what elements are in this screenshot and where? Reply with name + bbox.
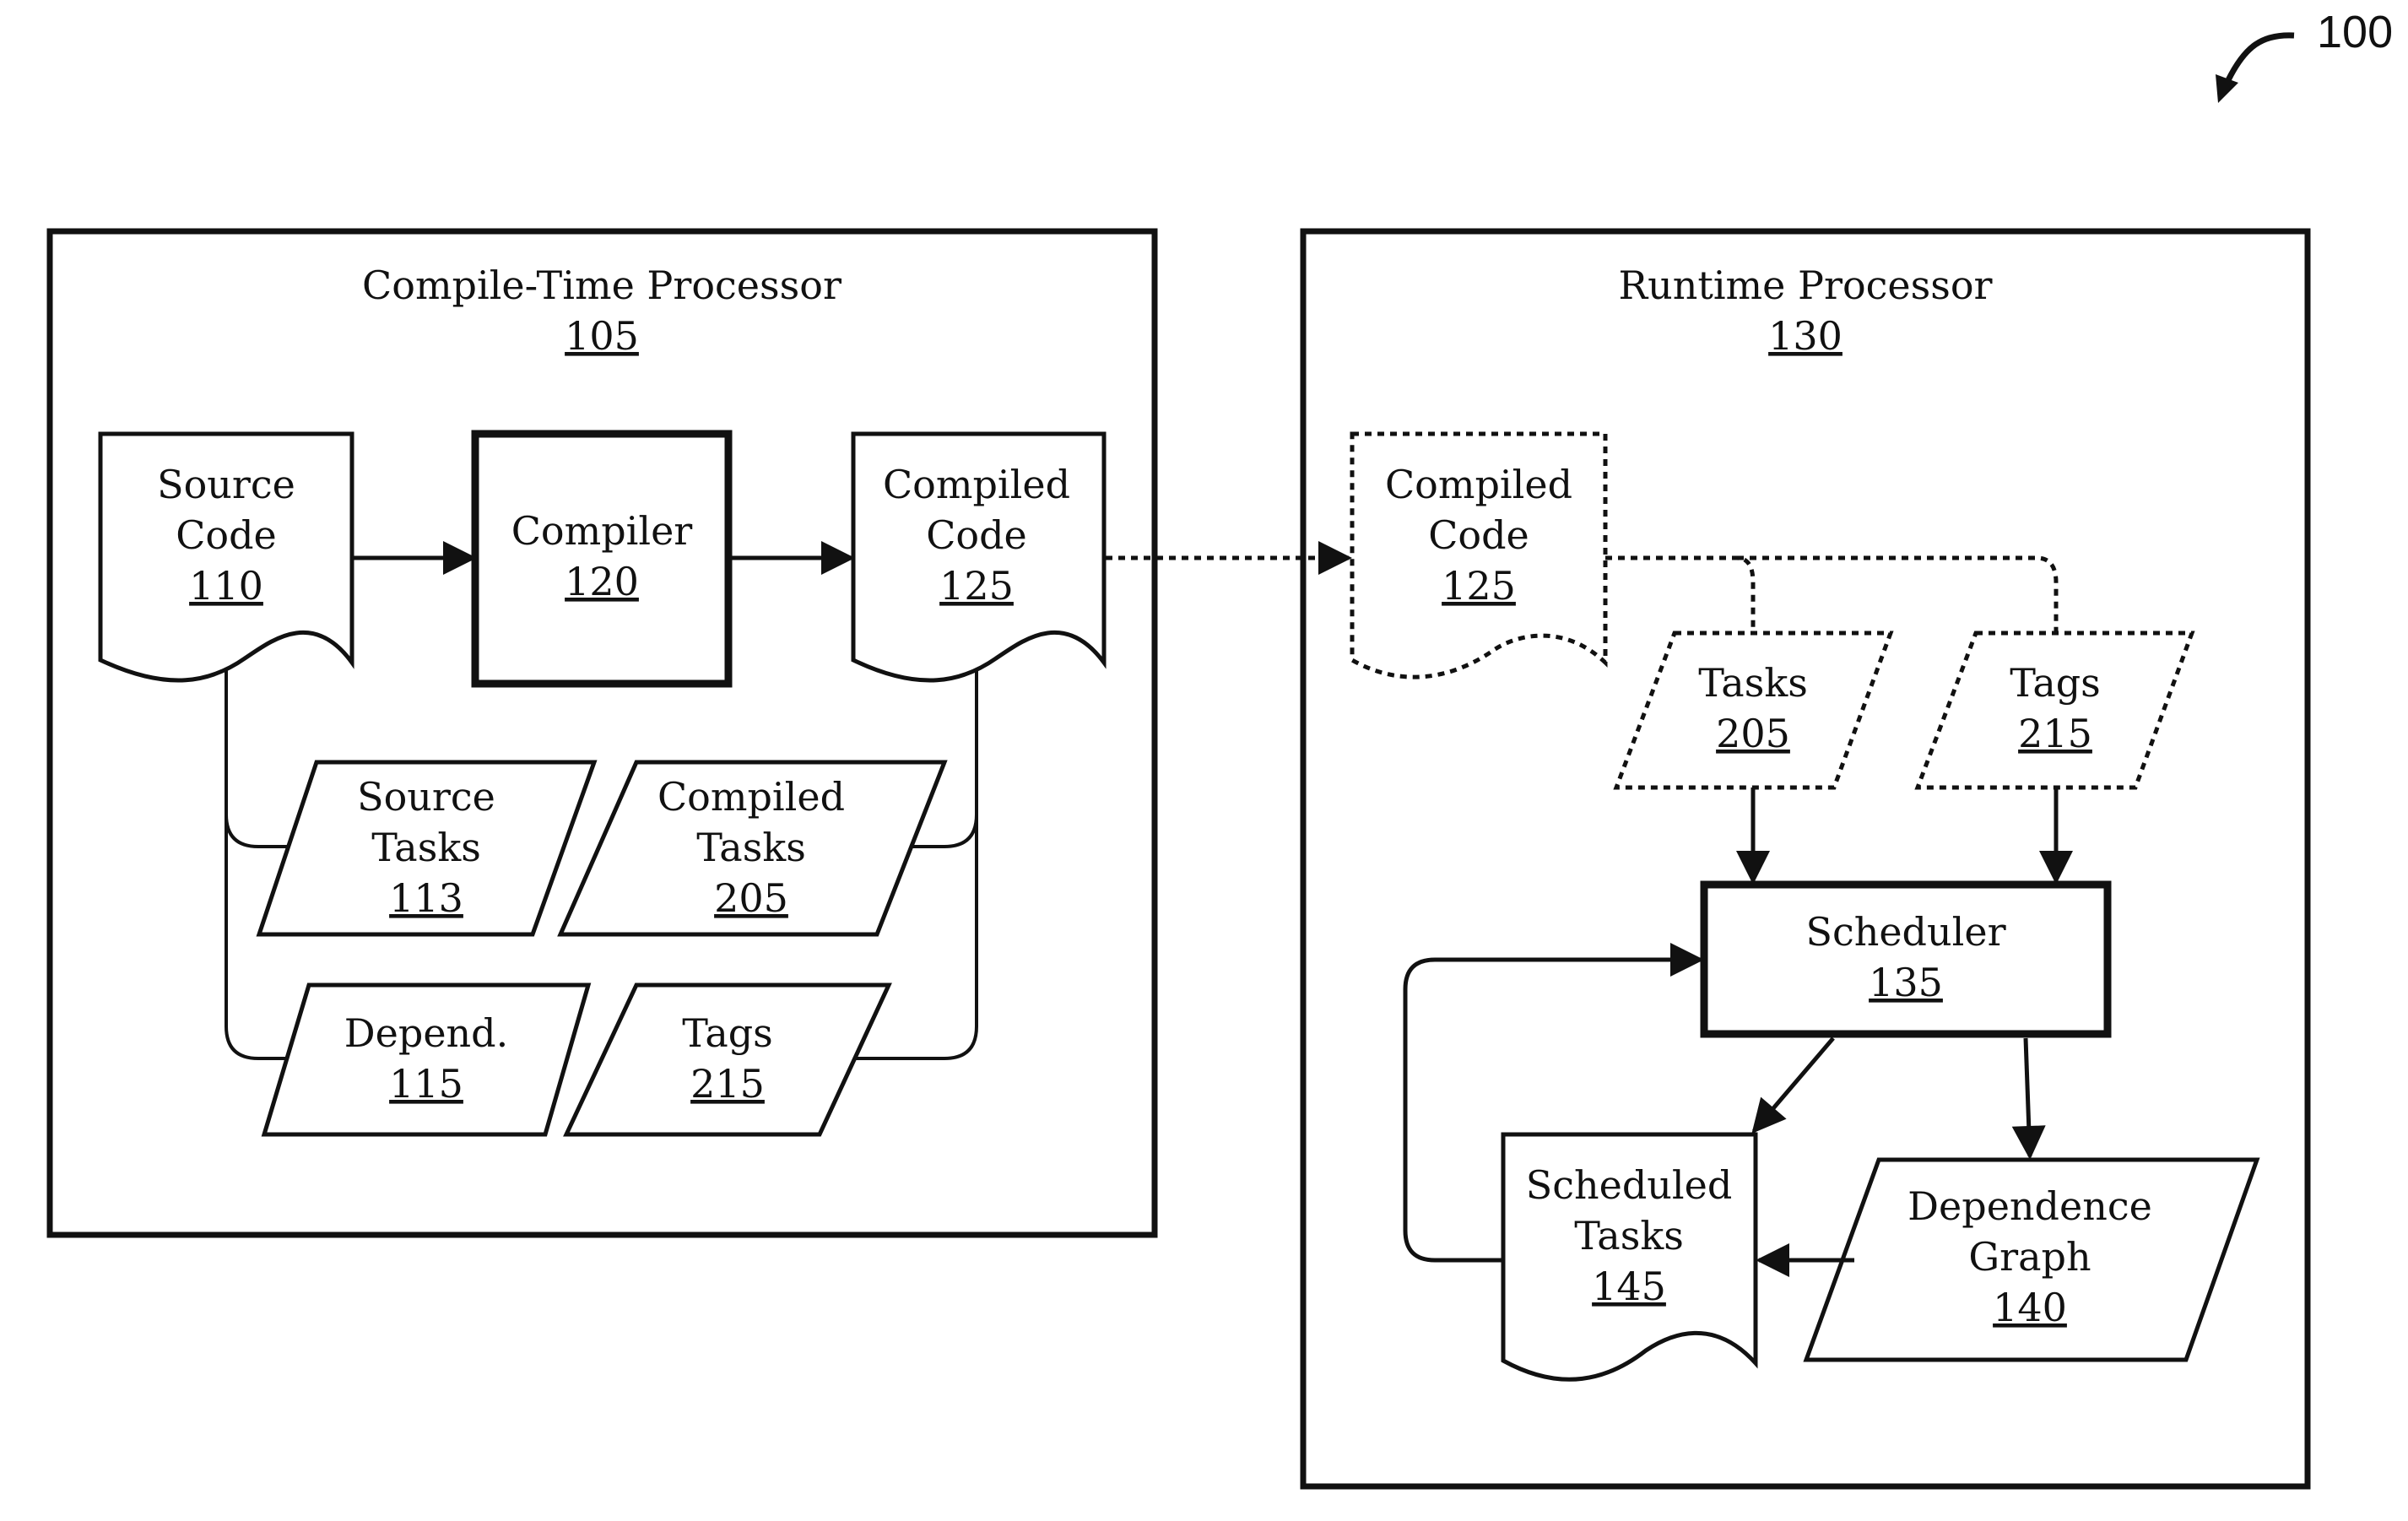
source-tasks-label-1: Source [357, 774, 495, 820]
runtime-processor-title: Runtime Processor [1618, 263, 1992, 308]
compiled-tasks-data: Compiled Tasks 205 [557, 760, 948, 937]
compile-time-processor-title: Compile-Time Processor [362, 263, 841, 308]
runtime-processor: Runtime Processor 130 Compiled Code 125 … [1300, 228, 2311, 1490]
runtime-tags-label: Tags [2010, 660, 2101, 706]
compiler-label: Compiler [511, 508, 693, 554]
tags-data: Tags 215 [563, 982, 892, 1137]
source-code-document: Source Code 110 [98, 431, 354, 683]
runtime-processor-ref: 130 [1768, 313, 1843, 359]
figure-pointer-arrow-icon [2225, 32, 2295, 82]
scheduled-tasks-ref: 145 [1592, 1264, 1666, 1309]
source-code-ref: 110 [189, 563, 263, 609]
source-tasks-ref: 113 [389, 875, 463, 921]
source-tasks-label-2: Tasks [371, 825, 481, 870]
scheduler-ref: 135 [1869, 960, 1943, 1005]
scheduler-box: Scheduler 135 [1700, 880, 2112, 1038]
scheduled-tasks-document: Scheduled Tasks 145 [1501, 1132, 1758, 1382]
source-tasks-data: Source Tasks 113 [256, 760, 598, 937]
system-diagram: 100 Compile-Time Processor 105 Source Co… [46, 7, 2393, 1490]
scheduled-tasks-label-2: Tasks [1574, 1213, 1684, 1258]
figure-reference: 100 [2216, 7, 2393, 103]
dependence-graph-label-2: Graph [1968, 1234, 2091, 1280]
scheduler-to-scheduled-tasks-arrow [1751, 1037, 1835, 1134]
tags-ref: 215 [690, 1061, 765, 1107]
compiled-code-split-connector [1605, 555, 2059, 633]
runtime-tags-data: Tags 215 [1914, 631, 2195, 790]
source-code-label-2: Code [176, 512, 277, 558]
compile-time-processor-ref: 105 [565, 313, 639, 359]
compiler-box: Compiler 120 [471, 430, 733, 688]
figure-number: 100 [2317, 7, 2393, 57]
dependencies-data: Depend. 115 [261, 982, 592, 1137]
depend-ref: 115 [389, 1061, 463, 1107]
compile-time-processor: Compile-Time Processor 105 Source Code 1… [46, 228, 1158, 1238]
compiled-code-ref: 125 [939, 563, 1014, 609]
runtime-tasks-ref: 205 [1716, 711, 1790, 756]
compiled-tasks-label-1: Compiled [657, 774, 845, 820]
dependence-graph-data: Dependence Graph 140 [1803, 1157, 2260, 1362]
compiled-tasks-ref: 205 [714, 875, 788, 921]
compiled-code-label-2: Code [926, 512, 1027, 558]
dependence-graph-label-1: Dependence [1907, 1183, 2152, 1229]
depend-label: Depend. [344, 1010, 508, 1056]
runtime-compiled-code-label-1: Compiled [1385, 462, 1572, 507]
runtime-tasks-label: Tasks [1698, 660, 1808, 706]
compiled-code-label-1: Compiled [883, 462, 1070, 507]
tags-label: Tags [682, 1010, 773, 1056]
scheduled-tasks-label-1: Scheduled [1526, 1162, 1733, 1208]
scheduler-label: Scheduler [1805, 909, 2005, 955]
runtime-compiled-code-label-2: Code [1428, 512, 1529, 558]
scheduler-to-dependence-graph-arrow [2011, 1037, 2046, 1160]
dependence-graph-ref: 140 [1993, 1285, 2067, 1330]
figure-pointer-arrowhead-icon [2216, 74, 2238, 103]
compiler-ref: 120 [565, 559, 639, 604]
runtime-tags-ref: 215 [2018, 711, 2092, 756]
source-code-label-1: Source [157, 462, 295, 507]
runtime-compiled-code-ref: 125 [1442, 563, 1516, 609]
compiled-tasks-label-2: Tasks [696, 825, 806, 870]
runtime-tasks-data: Tasks 205 [1613, 631, 1894, 790]
compiled-code-document: Compiled Code 125 [851, 431, 1107, 683]
runtime-compiled-code-document: Compiled Code 125 [1350, 431, 1608, 679]
